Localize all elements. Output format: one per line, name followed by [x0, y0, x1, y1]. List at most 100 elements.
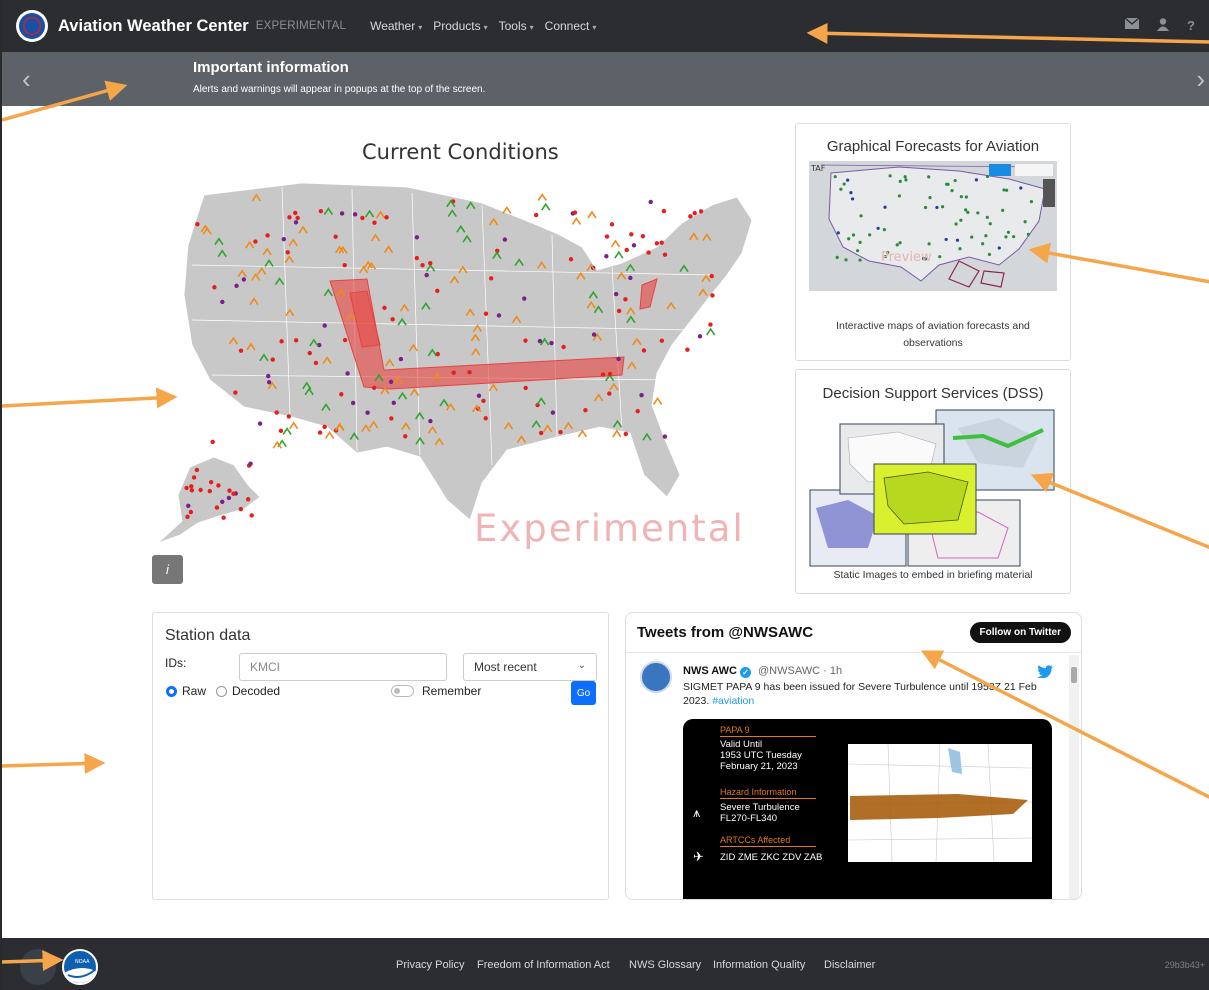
footer-link-glossary[interactable]: NWS Glossary [629, 959, 701, 971]
station-marker[interactable] [659, 240, 664, 245]
station-marker[interactable] [403, 434, 408, 439]
radio-raw[interactable]: Raw [166, 684, 206, 698]
station-marker[interactable] [279, 339, 284, 344]
station-marker[interactable] [360, 215, 365, 221]
station-marker[interactable] [384, 215, 389, 220]
station-marker[interactable] [604, 234, 610, 239]
station-marker[interactable] [607, 371, 613, 377]
station-marker[interactable] [285, 250, 290, 255]
station-marker[interactable] [613, 291, 619, 297]
station-marker[interactable] [245, 497, 251, 502]
station-marker[interactable] [414, 255, 420, 261]
radio-decoded[interactable]: Decoded [216, 684, 280, 698]
station-marker[interactable] [342, 262, 347, 268]
station-marker[interactable] [483, 416, 488, 421]
gfa-thumbnail[interactable]: TAF Preview [809, 161, 1057, 291]
station-marker[interactable] [208, 479, 214, 485]
station-marker[interactable] [249, 513, 254, 518]
tweet-handle[interactable]: @NWSAWC · 1h [758, 665, 842, 677]
brand-title[interactable]: Aviation Weather Center [58, 17, 249, 36]
station-marker[interactable] [692, 210, 697, 216]
station-marker[interactable] [591, 332, 597, 337]
station-marker[interactable] [414, 235, 420, 240]
station-marker[interactable] [537, 193, 547, 201]
station-marker[interactable] [628, 275, 633, 281]
mail-icon[interactable] [1125, 18, 1140, 29]
station-marker[interactable] [286, 414, 292, 419]
station-marker[interactable] [253, 239, 258, 244]
station-marker[interactable] [629, 232, 634, 237]
station-marker[interactable] [281, 237, 287, 242]
help-icon[interactable]: ? [1187, 18, 1195, 33]
nws-logo-icon[interactable] [16, 10, 48, 42]
station-marker[interactable] [571, 217, 582, 225]
station-marker[interactable] [274, 410, 279, 415]
banner-next-icon[interactable]: › [1196, 64, 1205, 95]
hashtag-link[interactable]: #aviation [712, 695, 754, 707]
station-marker[interactable] [710, 293, 715, 298]
station-marker[interactable] [195, 222, 200, 227]
station-marker[interactable] [295, 215, 300, 221]
station-marker[interactable] [322, 323, 327, 328]
station-marker[interactable] [194, 467, 200, 473]
station-marker[interactable] [616, 356, 621, 362]
current-conditions-map[interactable]: Experimental [152, 175, 772, 585]
time-range-select[interactable]: Most recent ⌄ [463, 653, 597, 681]
station-marker[interactable] [238, 348, 244, 353]
station-marker[interactable] [476, 393, 482, 398]
station-marker[interactable] [428, 261, 433, 266]
menu-weather[interactable]: Weather ▾ [370, 19, 422, 33]
station-marker[interactable] [709, 273, 714, 279]
station-marker[interactable] [388, 379, 394, 385]
station-marker[interactable] [227, 488, 232, 493]
station-marker[interactable] [610, 239, 621, 248]
station-marker[interactable] [600, 372, 606, 377]
station-marker[interactable] [604, 254, 609, 259]
station-marker[interactable] [502, 237, 508, 242]
station-marker[interactable] [607, 391, 612, 396]
station-marker[interactable] [648, 199, 653, 205]
station-marker[interactable] [339, 392, 344, 397]
station-marker[interactable] [612, 429, 622, 438]
station-marker[interactable] [352, 212, 358, 217]
station-marker[interactable] [365, 410, 370, 415]
avatar[interactable] [640, 661, 672, 693]
station-marker[interactable] [538, 430, 544, 436]
station-marker[interactable] [652, 396, 663, 405]
station-marker[interactable] [685, 347, 690, 352]
twitter-scrollbar[interactable] [1069, 655, 1079, 899]
station-marker[interactable] [523, 338, 528, 343]
tweet-image-card[interactable]: PAPA 9 Valid Until 1953 UTC Tuesday Febr… [683, 719, 1052, 899]
station-marker[interactable] [614, 250, 624, 259]
station-marker[interactable] [522, 296, 527, 301]
station-marker[interactable] [639, 393, 644, 398]
station-marker[interactable] [220, 299, 225, 305]
station-marker[interactable] [688, 214, 693, 219]
go-button[interactable]: Go [571, 681, 596, 705]
station-marker[interactable] [270, 357, 275, 362]
station-marker[interactable] [488, 276, 494, 281]
menu-tools[interactable]: Tools ▾ [499, 19, 534, 33]
dss-thumbnail-collage[interactable] [808, 408, 1058, 568]
station-marker[interactable] [583, 407, 588, 413]
user-icon[interactable] [1157, 18, 1170, 31]
station-marker[interactable] [212, 285, 217, 290]
station-marker[interactable] [640, 234, 646, 239]
scrollbar-thumb[interactable] [1071, 667, 1077, 683]
station-marker[interactable] [659, 338, 665, 343]
station-marker[interactable] [483, 311, 489, 316]
station-marker[interactable] [234, 283, 239, 289]
station-marker[interactable] [705, 327, 716, 336]
station-marker[interactable] [238, 506, 244, 512]
station-marker[interactable] [641, 348, 647, 353]
station-marker[interactable] [221, 515, 226, 520]
station-marker[interactable] [293, 338, 299, 343]
station-marker[interactable] [662, 252, 668, 257]
station-marker[interactable] [265, 233, 270, 238]
station-marker[interactable] [390, 317, 395, 322]
station-marker[interactable] [313, 360, 319, 366]
station-marker[interactable] [391, 400, 396, 406]
station-marker[interactable] [541, 202, 551, 211]
station-marker[interactable] [293, 220, 299, 225]
station-marker[interactable] [572, 210, 578, 215]
